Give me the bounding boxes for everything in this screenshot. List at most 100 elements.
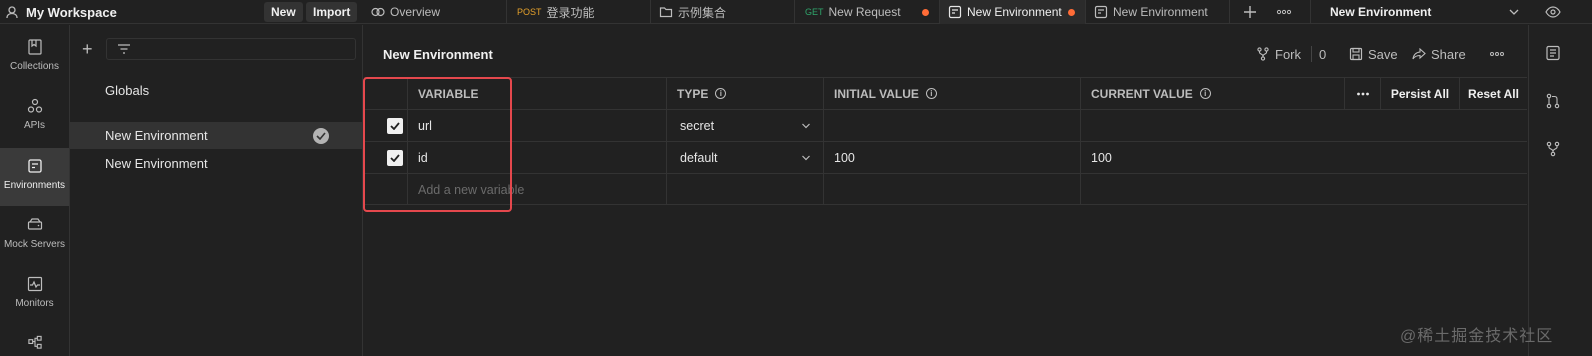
type-select[interactable]: secret — [666, 110, 823, 141]
apis-icon — [27, 98, 42, 113]
mock-servers-icon — [27, 218, 42, 230]
fork-label: Fork — [1275, 46, 1301, 62]
left-rail: Collections APIs Environments Mock Serve… — [0, 25, 70, 356]
current-value-field[interactable]: 100 — [1080, 142, 1527, 173]
tab-get-new-request[interactable]: GET New Request — [795, 0, 940, 24]
current-cell-empty — [1080, 174, 1527, 205]
current-value-field[interactable] — [1080, 110, 1527, 141]
column-options-icon[interactable] — [1344, 78, 1380, 109]
fork-icon[interactable] — [1545, 141, 1561, 157]
method-badge: POST — [517, 7, 542, 17]
chevron-down-icon — [802, 123, 810, 129]
environments-icon — [27, 159, 42, 173]
more-options-icon[interactable] — [1489, 44, 1510, 64]
enabled-checkbox[interactable] — [387, 150, 403, 166]
share-icon — [1412, 48, 1426, 60]
more-tabs-icon[interactable] — [1272, 0, 1296, 24]
tab-new-environment-active[interactable]: New Environment — [940, 0, 1086, 24]
tab-label: New Environment — [967, 5, 1062, 19]
sidebar-item-label: New Environment — [105, 156, 208, 171]
tab-new-environment[interactable]: New Environment — [1086, 0, 1230, 24]
initial-value-field[interactable]: 100 — [823, 142, 1080, 173]
fork-button[interactable]: Fork — [1256, 44, 1301, 64]
row-checkbox-cell — [364, 110, 407, 141]
tab-collection[interactable]: 示例集合 — [651, 0, 795, 24]
tab-label: New Request — [828, 5, 901, 19]
environment-icon — [1094, 5, 1108, 19]
header-current-value: CURRENT VALUE i — [1080, 78, 1344, 109]
tab-label: 示例集合 — [678, 5, 727, 20]
monitors-icon — [27, 276, 42, 292]
row-checkbox-cell — [364, 174, 407, 205]
overview-icon — [371, 7, 385, 17]
active-check-icon[interactable] — [313, 128, 329, 144]
initial-cell-empty — [823, 174, 1080, 205]
import-button[interactable]: Import — [306, 2, 358, 22]
unsaved-dot — [922, 9, 929, 16]
variable-name-field[interactable]: id — [407, 142, 666, 173]
header-initial-value: INITIAL VALUE i — [823, 78, 1080, 109]
persist-all-button[interactable]: Persist All — [1380, 78, 1459, 109]
type-select[interactable]: default — [666, 142, 823, 173]
flows-icon — [27, 335, 42, 349]
documentation-icon[interactable] — [1545, 45, 1561, 61]
enabled-checkbox[interactable] — [387, 118, 403, 134]
rail-monitors[interactable]: Monitors — [0, 266, 69, 324]
info-icon: i — [925, 88, 937, 99]
sidebar-item-label: New Environment — [105, 128, 208, 143]
save-label: Save — [1368, 46, 1398, 62]
row-checkbox-cell — [364, 142, 407, 173]
rail-flows[interactable] — [0, 325, 69, 356]
add-variable-input[interactable]: Add a new variable — [407, 174, 666, 205]
rail-mock-servers[interactable]: Mock Servers — [0, 207, 69, 265]
environment-icon — [948, 5, 962, 19]
pull-request-icon[interactable] — [1545, 93, 1561, 109]
user-icon[interactable] — [5, 5, 19, 19]
environment-title[interactable]: New Environment — [383, 47, 493, 62]
rail-apis[interactable]: APIs — [0, 88, 69, 146]
eye-icon[interactable] — [1538, 0, 1568, 24]
header-type: TYPE i — [666, 78, 823, 109]
share-label: Share — [1431, 46, 1466, 62]
environment-selector[interactable]: New Environment — [1310, 0, 1528, 24]
info-icon: i — [715, 88, 727, 99]
sidebar-item-environment[interactable]: New Environment — [70, 150, 363, 177]
fork-icon — [1257, 47, 1269, 61]
tab-label: New Environment — [1113, 5, 1208, 19]
globals-label: Globals — [105, 83, 150, 98]
top-bar: My Workspace New Import Overview POST 登录… — [0, 0, 1592, 24]
right-rail — [1528, 25, 1592, 356]
sidebar-item-environment[interactable]: New Environment — [70, 122, 363, 149]
add-environment-icon[interactable]: + — [82, 40, 93, 58]
workspace-header: My Workspace New Import — [0, 0, 363, 24]
save-button[interactable]: Save — [1349, 44, 1398, 64]
rail-collections[interactable]: Collections — [0, 29, 69, 87]
table-row-add: Add a new variable — [364, 173, 1527, 205]
reset-all-button[interactable]: Reset All — [1459, 78, 1527, 109]
watermark: @稀土掘金技术社区 — [1400, 328, 1554, 345]
fork-count: 0 — [1319, 46, 1327, 62]
header-checkbox-cell — [364, 78, 407, 109]
new-button[interactable]: New — [264, 2, 303, 22]
add-tab-icon[interactable] — [1238, 0, 1262, 24]
table-row: url secret — [364, 109, 1527, 141]
method-badge: GET — [805, 7, 824, 17]
tab-label: Overview — [390, 5, 441, 19]
chevron-down-icon — [802, 155, 810, 161]
tab-overview[interactable]: Overview — [363, 0, 507, 24]
collection-icon — [659, 7, 673, 18]
header-variable: VARIABLE — [407, 78, 666, 109]
tab-post-login[interactable]: POST 登录功能 — [507, 0, 651, 24]
initial-value-field[interactable] — [823, 110, 1080, 141]
unsaved-dot — [1068, 9, 1075, 16]
share-button[interactable]: Share — [1412, 44, 1466, 64]
collections-icon — [27, 39, 42, 55]
table-row: id default 100 100 — [364, 141, 1527, 173]
workspace-name[interactable]: My Workspace — [26, 5, 117, 20]
tab-label: 登录功能 — [546, 5, 595, 20]
variable-name-field[interactable]: url — [407, 110, 666, 141]
filter-icon — [118, 44, 130, 54]
rail-environments[interactable]: Environments — [0, 148, 69, 206]
filter-input[interactable] — [106, 38, 356, 60]
globals-item[interactable]: Globals — [70, 77, 363, 104]
